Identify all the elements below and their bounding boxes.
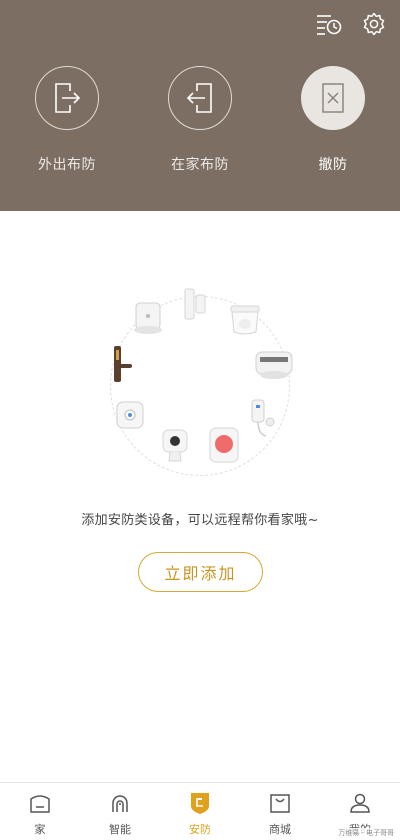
motion-sensor-icon (230, 305, 260, 335)
door-lock-icon (114, 346, 132, 382)
exit-door-icon (55, 83, 81, 113)
disarm-icon (322, 83, 344, 113)
mode-home-button[interactable] (168, 66, 232, 130)
mode-home-label: 在家布防 (171, 157, 229, 173)
mode-away-label: 外出布防 (38, 157, 96, 173)
smoke-detector-icon (255, 351, 293, 379)
store-icon (267, 790, 293, 816)
mode-home-arm[interactable]: 在家布防 (140, 66, 260, 174)
tab-security-label: 安防 (189, 823, 211, 836)
tab-smart[interactable]: 智能 (80, 783, 160, 840)
gear-icon[interactable] (361, 11, 387, 37)
shield-icon (187, 790, 213, 816)
tab-store[interactable]: 商城 (240, 783, 320, 840)
enter-door-icon (186, 83, 212, 113)
tab-security[interactable]: 安防 (160, 783, 240, 840)
profile-icon (347, 790, 373, 816)
security-mode-panel: 外出布防 在家布防 撤防 (0, 0, 400, 211)
history-list-icon[interactable] (316, 11, 342, 37)
watermark: 万维易 · 电子哥哥 (336, 828, 396, 838)
tab-smart-label: 智能 (109, 823, 131, 836)
water-sensor-icon (251, 399, 275, 437)
gateway-icon (134, 302, 162, 334)
camera-icon (162, 429, 188, 462)
mode-disarm-label: 撤防 (318, 157, 348, 173)
mode-disarm-button[interactable] (301, 66, 365, 130)
mode-away-arm[interactable]: 外出布防 (7, 66, 127, 174)
home-icon (27, 790, 53, 816)
add-device-button[interactable]: 立即添加 (138, 552, 263, 592)
tab-home[interactable]: 家 (0, 783, 80, 840)
door-sensor-icon (184, 288, 206, 320)
wireless-switch-icon (116, 401, 144, 429)
sos-button-icon (209, 427, 239, 463)
tab-home-label: 家 (34, 823, 46, 836)
tab-store-label: 商城 (269, 823, 291, 836)
smart-icon (107, 790, 133, 816)
mode-away-button[interactable] (35, 66, 99, 130)
empty-state-hint: 添加安防类设备，可以远程帮你看家哦~ (81, 513, 319, 528)
mode-disarm[interactable]: 撤防 (273, 66, 393, 174)
